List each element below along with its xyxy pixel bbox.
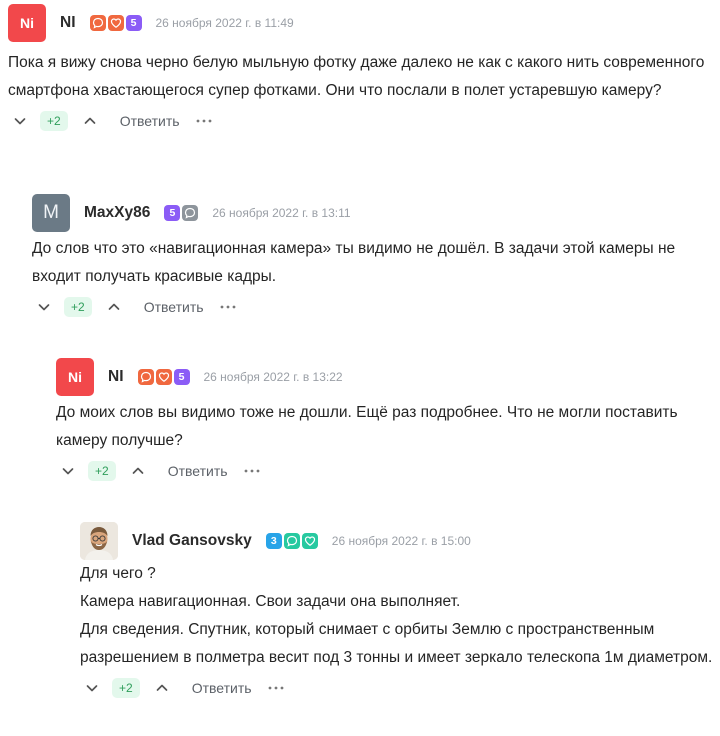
comment-date[interactable]: 26 ноября 2022 г. в 13:22: [204, 370, 343, 384]
comment-actions: +2 Ответить: [80, 676, 720, 700]
heart-badge-icon: [301, 533, 318, 549]
avatar[interactable]: [80, 522, 118, 560]
vote-score: +2: [112, 678, 140, 698]
comment-badge-icon: [137, 369, 154, 385]
reply-button[interactable]: Ответить: [120, 113, 180, 129]
comment-date[interactable]: 26 ноября 2022 г. в 15:00: [332, 534, 471, 548]
level-badge: 5: [125, 15, 142, 31]
chevron-down-icon[interactable]: [8, 109, 32, 133]
user-badges: 5: [89, 15, 142, 31]
chevron-down-icon[interactable]: [80, 676, 104, 700]
avatar[interactable]: M: [32, 194, 70, 232]
comment: Ni NI 5 26 ноября 2022 г. в 13:22 До мои…: [56, 358, 720, 483]
comment-line: Для сведения. Спутник, который снимает с…: [80, 621, 713, 666]
vote-score: +2: [64, 297, 92, 317]
chevron-up-icon[interactable]: [150, 676, 174, 700]
comment-date[interactable]: 26 ноября 2022 г. в 11:49: [156, 16, 294, 30]
comment-text: Для чего ? Камера навигационная. Свои за…: [80, 560, 720, 672]
comment-line: Для чего ?: [80, 565, 156, 582]
user-badges: 3: [265, 533, 318, 549]
level-badge: 5: [164, 205, 181, 221]
avatar[interactable]: Ni: [8, 4, 46, 42]
author-name[interactable]: Vlad Gansovsky: [132, 532, 252, 550]
more-dots-icon[interactable]: [264, 676, 288, 700]
comment-text: До слов что это «навигационная камера» т…: [32, 240, 676, 285]
comment-badge-icon: [283, 533, 300, 549]
chevron-up-icon[interactable]: [126, 459, 150, 483]
comment-actions: +2 Ответить: [32, 295, 720, 319]
author-name[interactable]: MaxXy86: [84, 204, 150, 222]
comment: Ni NI 5 26 ноября 2022 г. в 11:49 Пока я…: [8, 4, 720, 133]
chevron-down-icon[interactable]: [56, 459, 80, 483]
comment-line: Камера навигационная. Свои задачи она вы…: [80, 593, 461, 610]
chevron-up-icon[interactable]: [78, 109, 102, 133]
comment-header: Vlad Gansovsky 3 26 ноября 2022 г. в 15:…: [80, 522, 720, 560]
comment-date[interactable]: 26 ноября 2022 г. в 13:11: [212, 206, 350, 220]
more-dots-icon[interactable]: [192, 109, 216, 133]
comment-text: Пока я вижу снова черно белую мыльную фо…: [8, 54, 705, 99]
comment-actions: +2 Ответить: [56, 459, 720, 483]
comment-badge-icon: [89, 15, 106, 31]
comment: M MaxXy86 5 26 ноября 2022 г. в 13:11 До…: [32, 194, 720, 319]
comment-text: До моих слов вы видимо тоже не дошли. Ещ…: [56, 404, 678, 449]
more-dots-icon[interactable]: [216, 295, 240, 319]
chevron-down-icon[interactable]: [32, 295, 56, 319]
comment-thread: Ni NI 5 26 ноября 2022 г. в 11:49 Пока я…: [0, 0, 720, 736]
comment-badge-icon: [182, 205, 199, 221]
author-name[interactable]: NI: [108, 368, 124, 386]
vote-score: +2: [88, 461, 116, 481]
user-badges: 5: [137, 369, 190, 385]
comment-actions: +2 Ответить: [8, 109, 720, 133]
chevron-up-icon[interactable]: [102, 295, 126, 319]
level-badge: 5: [173, 369, 190, 385]
heart-badge-icon: [155, 369, 172, 385]
comment-header: Ni NI 5 26 ноября 2022 г. в 11:49: [8, 4, 720, 42]
reply-button[interactable]: Ответить: [192, 680, 252, 696]
user-badges: 5: [164, 205, 199, 221]
comment-header: M MaxXy86 5 26 ноября 2022 г. в 13:11: [32, 194, 720, 232]
author-name[interactable]: NI: [60, 14, 76, 32]
more-dots-icon[interactable]: [240, 459, 264, 483]
reply-button[interactable]: Ответить: [144, 299, 204, 315]
user-photo-icon: [80, 522, 118, 560]
reply-button[interactable]: Ответить: [168, 463, 228, 479]
heart-badge-icon: [107, 15, 124, 31]
comment-header: Ni NI 5 26 ноября 2022 г. в 13:22: [56, 358, 720, 396]
avatar[interactable]: Ni: [56, 358, 94, 396]
level-badge: 3: [265, 533, 282, 549]
vote-score: +2: [40, 111, 68, 131]
comment: Vlad Gansovsky 3 26 ноября 2022 г. в 15:…: [80, 522, 720, 700]
